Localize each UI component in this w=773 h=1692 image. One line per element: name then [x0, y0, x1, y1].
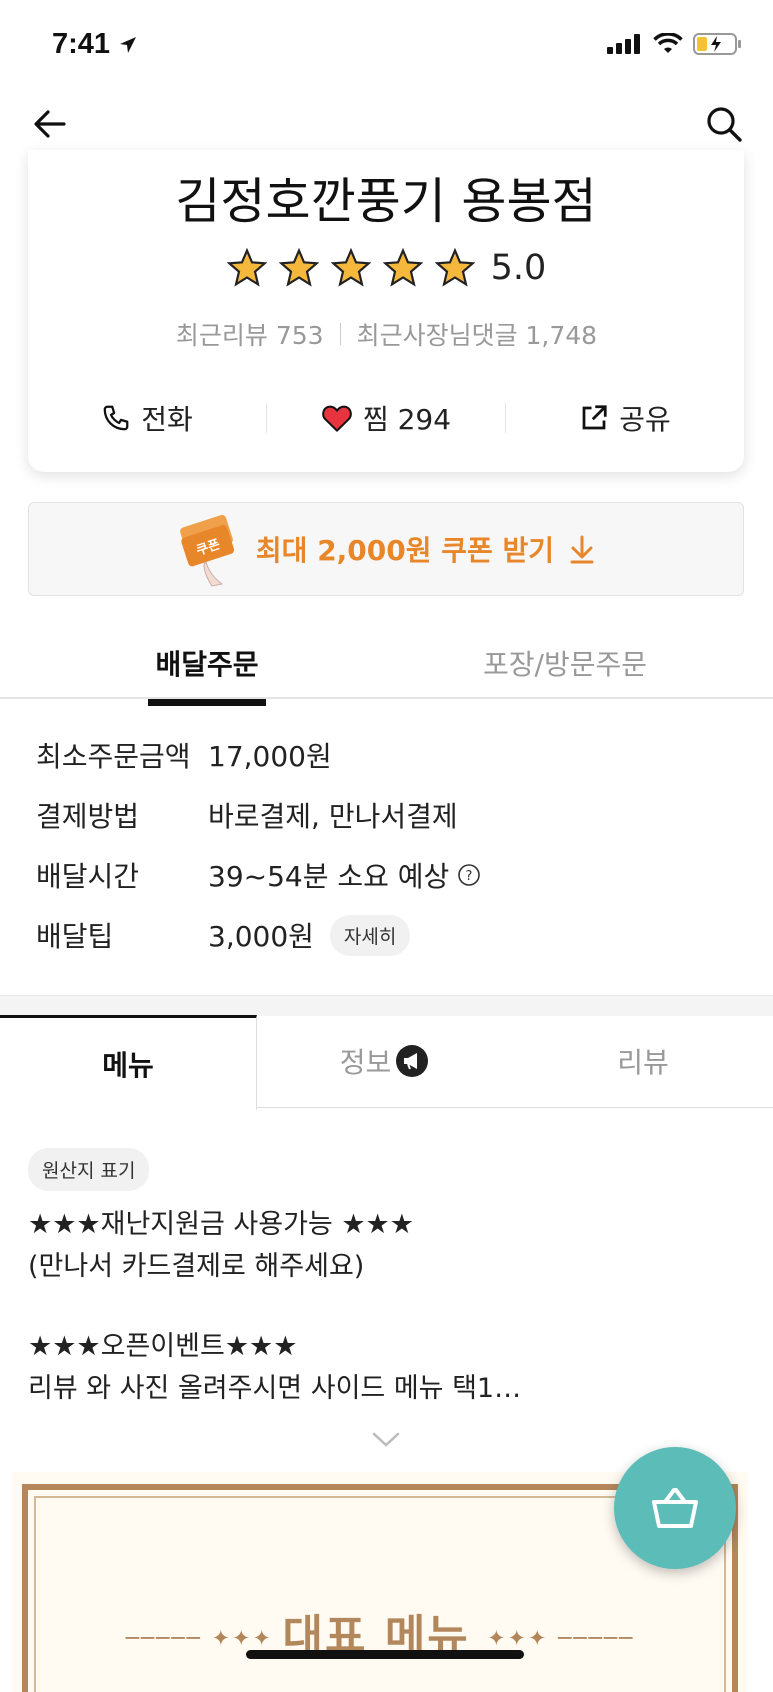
star-icon [330, 248, 371, 287]
status-icons [607, 32, 743, 56]
coupon-ticket-icon: 쿠폰 [180, 514, 235, 587]
recent-reviews-link[interactable]: 최근리뷰 753 [176, 316, 324, 352]
delivery-time-label: 배달시간 [36, 860, 140, 893]
share-icon [582, 405, 607, 430]
heart-icon [322, 405, 352, 432]
expand-chevron-icon[interactable] [372, 1432, 400, 1448]
share-label: 공유 [619, 403, 671, 436]
tab-menu-label: 메뉴 [102, 1049, 154, 1082]
tab-pickup-order[interactable]: 포장/방문주문 [483, 643, 647, 683]
cellular-signal-icon [607, 34, 640, 54]
review-stats: 최근리뷰 753 최근사장님댓글 1,748 [0, 316, 773, 352]
coupon-text: 최대 2,000원 쿠폰 받기 [255, 534, 555, 567]
tab-delivery-order[interactable]: 배달주문 [148, 643, 266, 706]
owner-replies-link[interactable]: 최근사장님댓글 1,748 [357, 316, 598, 352]
order-type-tabs: 배달주문 포장/방문주문 [0, 625, 773, 706]
favorite-button[interactable]: 찜 294 [267, 398, 505, 438]
tab-review[interactable]: 리뷰 [513, 1015, 773, 1108]
ornament: ───── ✦✦✦ [125, 1626, 283, 1652]
status-bar: 7:41 [0, 0, 773, 90]
info-row-delivery-tip: 배달팁 3,000원 자세히 [36, 914, 411, 956]
phone-icon [103, 405, 129, 431]
info-row-delivery-time: 배달시간 39~54분 소요 예상 ? [36, 855, 481, 895]
search-button[interactable] [700, 100, 748, 148]
rating-row: 5.0 [0, 248, 773, 288]
info-row-payment: 결제방법 바로결제, 만나서결제 [36, 795, 458, 835]
delivery-time-value: 39~54분 소요 예상 ? [208, 855, 481, 895]
notice-line: 리뷰 와 사진 올려주시면 사이드 메뉴 택1… [28, 1373, 522, 1404]
wifi-icon [653, 33, 683, 53]
battery-icon [693, 33, 741, 55]
store-name: 김정호깐풍기 용봉점 [175, 173, 597, 230]
favorite-label: 찜 294 [362, 403, 452, 436]
section-divider [0, 995, 773, 1016]
notice-line: ★★★오픈이벤트★★★ [28, 1331, 298, 1362]
star-icon [382, 248, 423, 287]
store-actions: 전화 찜 294 공유 [28, 390, 744, 446]
tab-info[interactable]: 정보 [256, 1015, 513, 1108]
min-order-label: 최소주문금액 [36, 740, 191, 773]
search-icon [707, 107, 742, 142]
divider [339, 323, 341, 345]
home-indicator [246, 1650, 524, 1659]
tab-info-label: 정보 [339, 1046, 392, 1079]
delivery-tip-value: 3,000원 자세히 [208, 914, 411, 956]
tab-menu[interactable]: 메뉴 [0, 1015, 257, 1110]
megaphone-icon [396, 1045, 429, 1077]
star-icon [278, 248, 319, 287]
back-button[interactable] [26, 100, 74, 148]
payment-value: 바로결제, 만나서결제 [208, 800, 458, 833]
location-arrow-icon [120, 37, 137, 54]
tip-detail-button[interactable]: 자세히 [329, 914, 411, 956]
ornament: ✦✦✦ ───── [487, 1626, 635, 1652]
shopping-basket-icon [652, 1488, 698, 1528]
clock-time: 7:41 [52, 28, 111, 60]
star-icon [434, 248, 475, 287]
min-order-value: 17,000원 [208, 740, 332, 773]
cart-button[interactable] [614, 1447, 736, 1569]
back-arrow-icon [34, 110, 66, 138]
notice-line: (만나서 카드결제로 해주세요) [28, 1251, 365, 1282]
delivery-time-text: 39~54분 소요 예상 [208, 860, 450, 893]
origin-label-button[interactable]: 원산지 표기 [28, 1148, 150, 1191]
download-arrow-icon [570, 535, 594, 564]
call-label: 전화 [141, 403, 193, 436]
svg-text:?: ? [466, 869, 473, 884]
info-row-min-order: 최소주문금액 17,000원 [36, 735, 332, 775]
delivery-tip-amount: 3,000원 [208, 920, 314, 953]
delivery-tip-label: 배달팁 [36, 920, 114, 953]
share-button[interactable]: 공유 [506, 398, 744, 438]
status-time: 7:41 [52, 28, 138, 61]
payment-label: 결제방법 [36, 800, 140, 833]
store-content-tabs: 메뉴 정보 리뷰 [0, 1015, 773, 1110]
tab-review-label: 리뷰 [617, 1046, 669, 1079]
rating-value: 5.0 [490, 248, 547, 288]
star-icon [226, 248, 267, 287]
notice-line: ★★★재난지원금 사용가능 ★★★ [28, 1209, 414, 1240]
help-question-icon[interactable]: ? [457, 863, 481, 887]
call-button[interactable]: 전화 [28, 398, 266, 438]
coupon-download-button[interactable]: 쿠폰 최대 2,000원 쿠폰 받기 [28, 502, 744, 596]
store-notice: ★★★재난지원금 사용가능 ★★★ (만나서 카드결제로 해주세요) ★★★오픈… [28, 1204, 521, 1410]
